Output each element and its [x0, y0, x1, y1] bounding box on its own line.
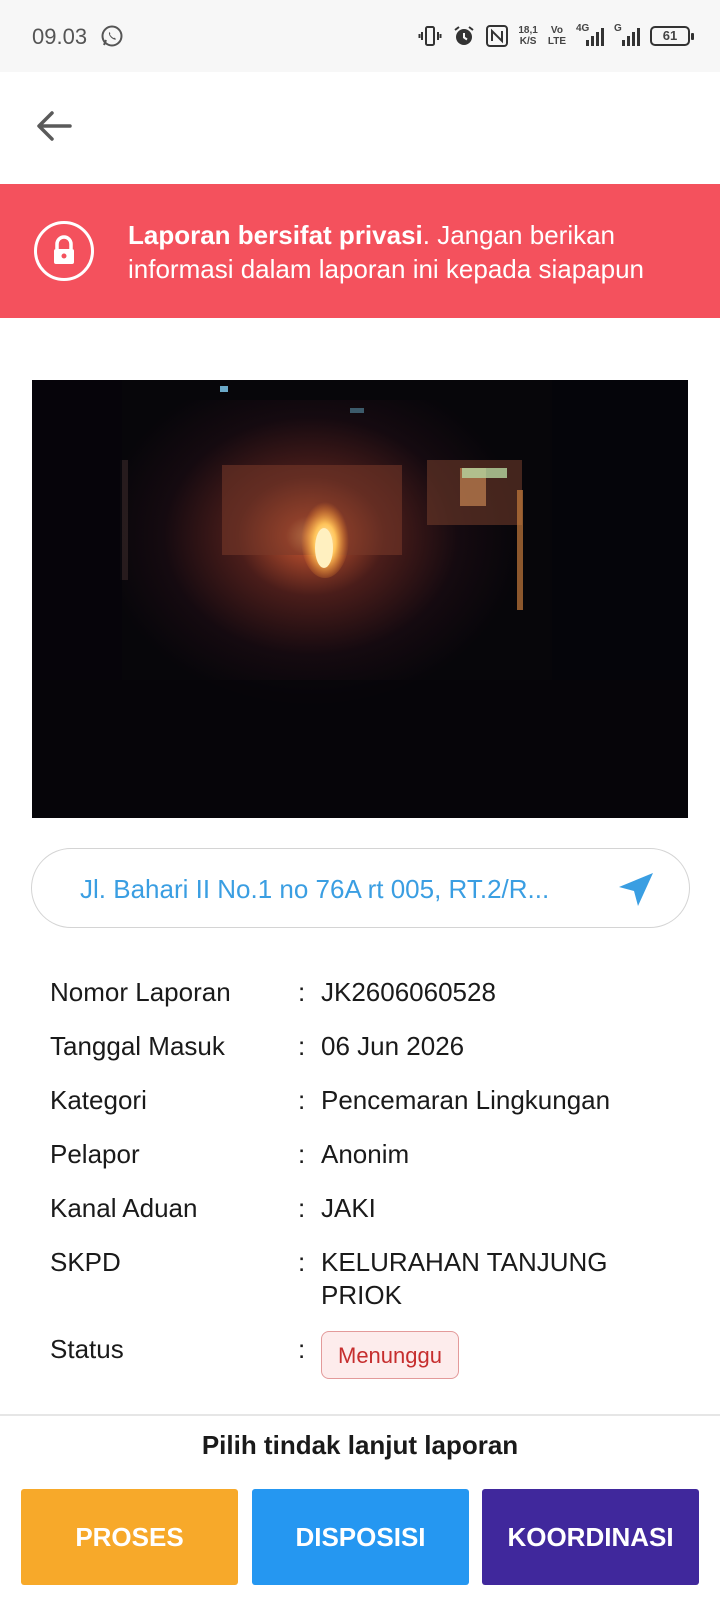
speed-value: 18,1 — [518, 25, 538, 36]
detail-colon: : — [298, 1031, 306, 1061]
action-title: Pilih tindak lanjut laporan — [201, 1430, 519, 1460]
volte-indicator: Vo LTE — [548, 25, 566, 47]
detail-value: KELURAHAN TANJUNG PRIOK — [321, 1247, 608, 1310]
status-time: 09.03 — [32, 24, 88, 49]
detail-colon: : — [298, 1085, 306, 1115]
detail-value: JK2606060528 — [321, 977, 496, 1007]
address-field[interactable]: Jl. Bahari II No.1 no 76A rt 005, RT.2/R… — [31, 848, 690, 928]
status-icons: 18,1 K/S Vo LTE 4G G 61 — [418, 20, 694, 52]
network-speed: 18,1 K/S — [518, 25, 537, 47]
detail-colon: : — [298, 1139, 306, 1169]
status-badge: Menunggu — [321, 1331, 459, 1379]
detail-colon: : — [298, 1334, 306, 1364]
detail-label: Status — [50, 1334, 124, 1364]
detail-colon: : — [298, 977, 306, 1007]
detail-value: Menunggu — [321, 1331, 661, 1379]
address-text: Jl. Bahari II No.1 no 76A rt 005, RT.2/R… — [80, 874, 550, 904]
status-bar: 09.03 18,1 K/S Vo LTE 4G G 61 — [0, 0, 720, 72]
detail-value: JAKI — [321, 1193, 376, 1223]
signal-4g-icon: 4G — [576, 23, 604, 49]
lock-icon — [34, 221, 94, 281]
disposisi-button[interactable]: DISPOSISI — [252, 1489, 469, 1585]
proses-button[interactable]: PROSES — [21, 1489, 238, 1585]
whatsapp-icon — [101, 25, 123, 47]
vibrate-icon — [418, 26, 442, 46]
detail-value: Anonim — [321, 1139, 410, 1169]
arrow-left-icon[interactable] — [34, 106, 74, 146]
detail-label: Kategori — [50, 1085, 147, 1115]
volte-top: Vo — [550, 25, 563, 36]
signal-g-icon: G — [614, 23, 640, 49]
privacy-message: Laporan bersifat privasi. Jangan berikan… — [128, 218, 698, 286]
divider — [0, 1414, 720, 1416]
detail-label: SKPD — [50, 1247, 121, 1277]
nfc-icon — [486, 25, 509, 47]
privacy-message-bold: Laporan bersifat privasi — [128, 220, 423, 250]
volte-bottom: LTE — [547, 36, 566, 47]
navigation-arrow-icon[interactable] — [617, 871, 655, 909]
battery-icon: 61 — [650, 26, 694, 46]
detail-value: Pencemaran Lingkungan — [321, 1085, 611, 1115]
alarm-icon — [454, 26, 474, 45]
detail-value: 06 Jun 2026 — [321, 1031, 465, 1061]
report-photo[interactable] — [32, 380, 688, 818]
detail-colon: : — [298, 1193, 306, 1223]
koordinasi-button[interactable]: KOORDINASI — [482, 1489, 699, 1585]
detail-label: Nomor Laporan — [50, 977, 231, 1007]
speed-unit: K/S — [519, 36, 537, 47]
detail-label: Tanggal Masuk — [50, 1031, 225, 1061]
detail-label: Pelapor — [50, 1139, 140, 1169]
detail-label: Kanal Aduan — [50, 1193, 198, 1223]
privacy-banner: Laporan bersifat privasi. Jangan berikan… — [0, 184, 720, 318]
detail-colon: : — [298, 1247, 306, 1277]
